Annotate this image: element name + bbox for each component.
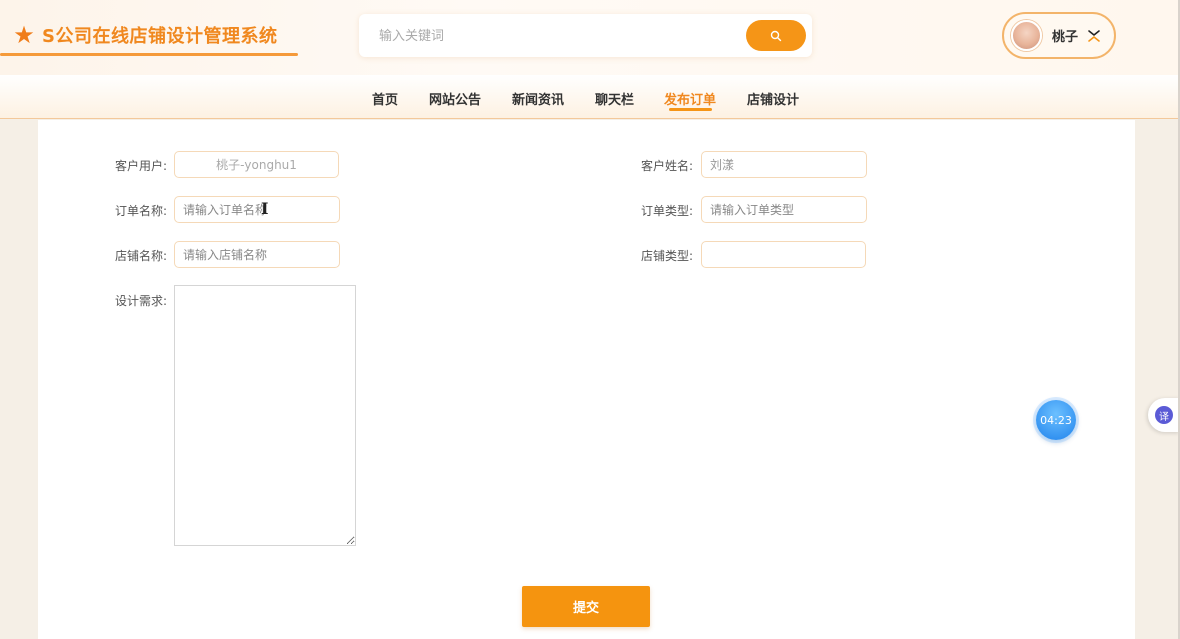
shop-type-select[interactable] bbox=[701, 241, 866, 268]
nav-item-shop-design[interactable]: 店铺设计 bbox=[747, 89, 799, 108]
star-icon: ★ bbox=[13, 21, 35, 49]
top-header: ★ S公司在线店铺设计管理系统 桃子 bbox=[0, 0, 1178, 75]
nav-item-publish-order[interactable]: 发布订单 bbox=[664, 89, 716, 108]
customer-name-field[interactable] bbox=[701, 151, 867, 178]
customer-user-label: 客户用户: bbox=[115, 159, 168, 173]
nav-active-indicator bbox=[669, 108, 712, 111]
nav-item-chat[interactable]: 聊天栏 bbox=[595, 89, 634, 108]
shop-type-label: 店铺类型: bbox=[641, 249, 694, 263]
search-icon bbox=[770, 30, 782, 41]
translate-icon: 译 bbox=[1155, 406, 1173, 424]
search-button[interactable] bbox=[746, 20, 806, 51]
shop-name-label: 店铺名称: bbox=[115, 249, 168, 263]
search-bar bbox=[359, 14, 812, 57]
text-cursor-icon: I bbox=[261, 199, 269, 218]
submit-button[interactable]: 提交 bbox=[522, 586, 650, 627]
collapse-icon[interactable] bbox=[1086, 28, 1102, 44]
user-menu[interactable]: 桃子 bbox=[1002, 12, 1116, 59]
app-title: S公司在线店铺设计管理系统 bbox=[42, 26, 278, 47]
timer-badge[interactable]: 04:23 bbox=[1036, 400, 1076, 440]
design-requirements-label: 设计需求: bbox=[115, 294, 168, 308]
translate-tab[interactable]: 译 bbox=[1148, 398, 1180, 432]
order-type-input[interactable] bbox=[701, 196, 867, 223]
nav-item-news[interactable]: 新闻资讯 bbox=[512, 89, 564, 108]
user-name: 桃子 bbox=[1052, 30, 1079, 45]
logo-underline bbox=[0, 53, 298, 56]
customer-user-field[interactable] bbox=[174, 151, 339, 178]
order-type-label: 订单类型: bbox=[641, 204, 694, 218]
shop-name-input[interactable] bbox=[174, 241, 340, 268]
order-name-input[interactable] bbox=[174, 196, 340, 223]
nav-item-home[interactable]: 首页 bbox=[372, 89, 398, 108]
order-name-label: 订单名称: bbox=[115, 204, 168, 218]
main-nav: 首页 网站公告 新闻资讯 聊天栏 发布订单 店铺设计 bbox=[0, 75, 1178, 119]
design-requirements-textarea[interactable] bbox=[174, 285, 356, 546]
logo[interactable]: ★ S公司在线店铺设计管理系统 bbox=[12, 20, 277, 50]
customer-name-label: 客户姓名: bbox=[641, 159, 694, 173]
avatar[interactable] bbox=[1011, 20, 1042, 51]
nav-item-announcements[interactable]: 网站公告 bbox=[429, 89, 481, 108]
search-input[interactable] bbox=[379, 26, 739, 46]
